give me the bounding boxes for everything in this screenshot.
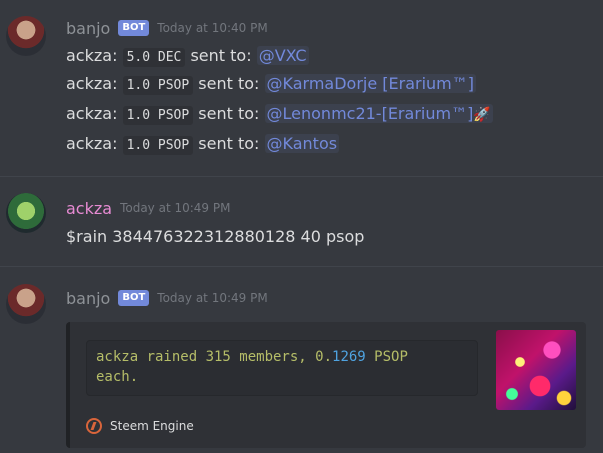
sent-to-text: sent to: <box>198 134 260 153</box>
sent-to-text: sent to: <box>198 104 260 123</box>
message-header: banjo BOT Today at 10:49 PM <box>66 287 268 309</box>
amount-code: 5.0 DEC <box>122 48 186 67</box>
user-mention[interactable]: @VXC <box>256 46 309 65</box>
avatar[interactable] <box>6 284 46 324</box>
amount-code: 1.0 PSOP <box>122 106 194 125</box>
bot-badge: BOT <box>118 290 150 306</box>
embed-footer-text: Steem Engine <box>110 419 194 433</box>
sent-to-text: sent to: <box>198 74 260 93</box>
username[interactable]: banjo <box>66 19 110 38</box>
message-line: ackza: 1.0 PSOP sent to: @Kantos <box>66 133 340 157</box>
avatar[interactable] <box>6 193 46 233</box>
message-line: ackza: 5.0 DEC sent to: @VXC <box>66 45 309 69</box>
sender-text: ackza: <box>66 134 118 153</box>
message-text: $rain 384476322312880128 40 psop <box>66 227 365 246</box>
embed-description: ackza rained 315 members, 0.1269 PSOP ea… <box>86 340 478 396</box>
steem-engine-icon <box>86 418 102 434</box>
message-divider <box>0 176 603 177</box>
timestamp: Today at 10:49 PM <box>157 291 268 305</box>
rocket-icon: 🚀 <box>473 107 491 123</box>
user-mention[interactable]: @KarmaDorje [Erarium™] <box>264 74 477 93</box>
embed-desc-number: 1269 <box>332 349 366 365</box>
embed-desc-line2: each. <box>96 369 139 385</box>
user-mention[interactable]: @Kantos <box>264 134 340 153</box>
embed-thumbnail[interactable] <box>496 330 576 410</box>
amount-code: 1.0 PSOP <box>122 76 194 95</box>
message-line: ackza: 1.0 PSOP sent to: @KarmaDorje [Er… <box>66 73 477 97</box>
embed-desc-unit: PSOP <box>365 349 408 365</box>
bot-badge: BOT <box>118 20 150 36</box>
message-divider <box>0 266 603 267</box>
embed-card: ackza rained 315 members, 0.1269 PSOP ea… <box>66 322 586 448</box>
message-header: banjo BOT Today at 10:40 PM <box>66 17 268 39</box>
sender-text: ackza: <box>66 46 118 65</box>
username[interactable]: banjo <box>66 289 110 308</box>
timestamp: Today at 10:40 PM <box>157 21 268 35</box>
sender-text: ackza: <box>66 74 118 93</box>
message-header: ackza Today at 10:49 PM <box>66 197 230 219</box>
sender-text: ackza: <box>66 104 118 123</box>
user-mention[interactable]: @Lenonmc21-[Erarium™]🚀 <box>264 104 493 123</box>
sent-to-text: sent to: <box>190 46 252 65</box>
message-line: ackza: 1.0 PSOP sent to: @Lenonmc21-[Era… <box>66 103 493 127</box>
timestamp: Today at 10:49 PM <box>120 201 231 215</box>
avatar[interactable] <box>6 16 46 56</box>
amount-code: 1.0 PSOP <box>122 136 194 155</box>
embed-desc-text: ackza rained 315 members, 0. <box>96 349 333 365</box>
username[interactable]: ackza <box>66 199 112 218</box>
embed-footer: Steem Engine <box>86 418 194 434</box>
